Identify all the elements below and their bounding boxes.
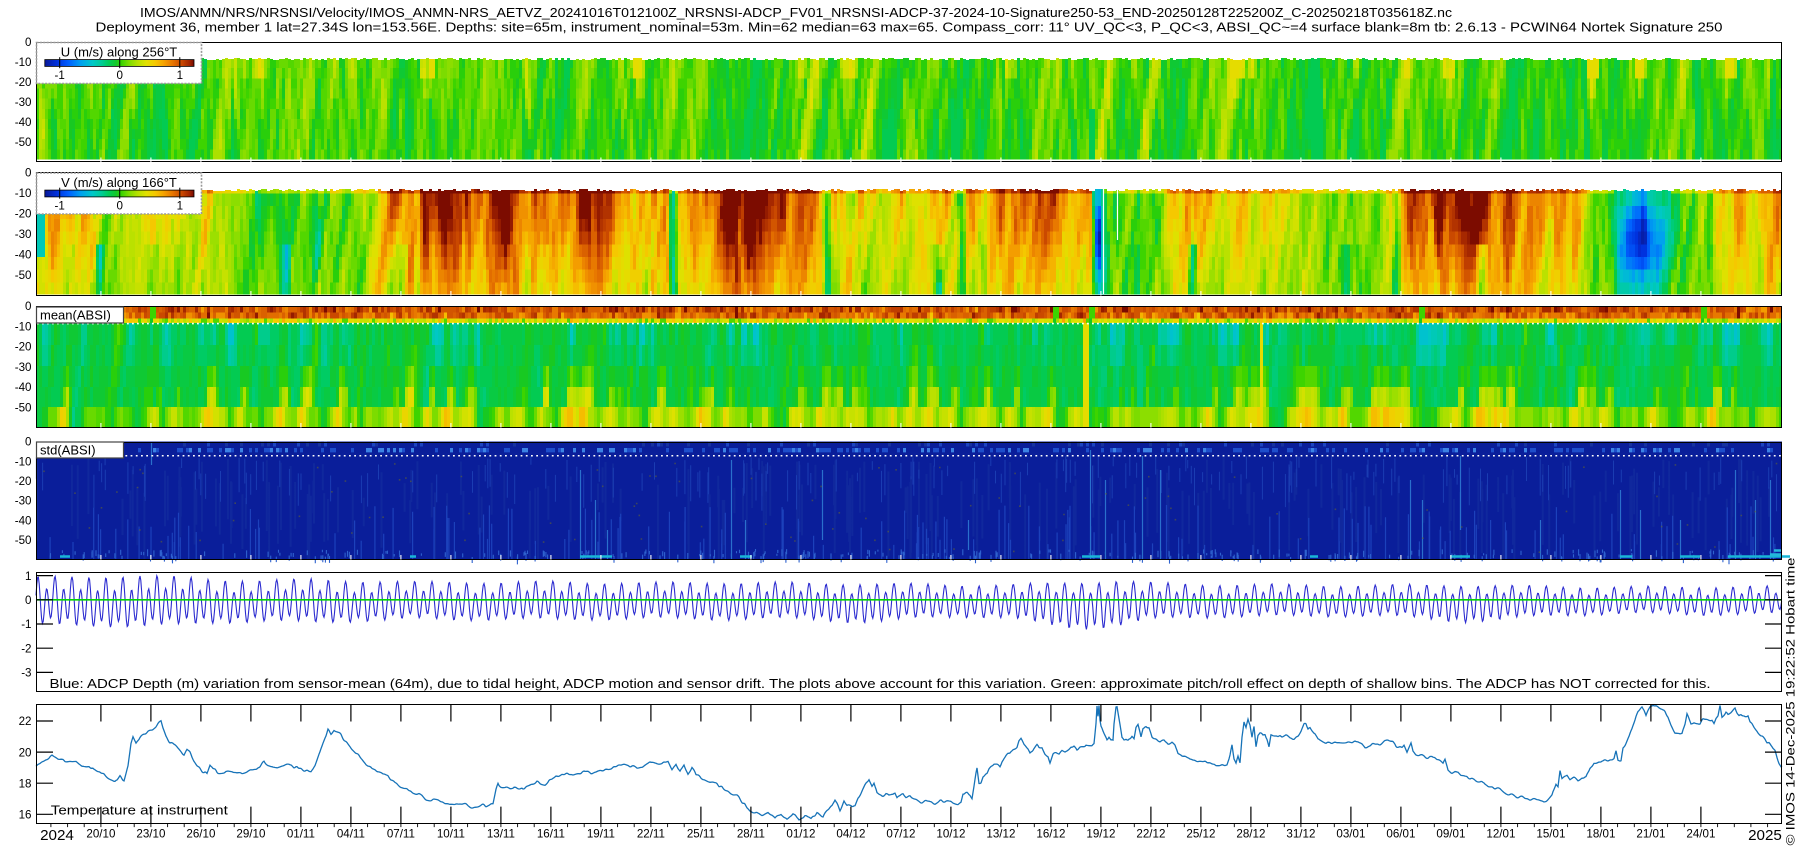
svg-text:18/01: 18/01 bbox=[1586, 828, 1615, 841]
svg-text:0: 0 bbox=[116, 69, 122, 82]
svg-text:20: 20 bbox=[19, 746, 32, 759]
svg-text:-40: -40 bbox=[15, 381, 32, 394]
svg-text:22/11: 22/11 bbox=[637, 828, 665, 841]
svg-text:-40: -40 bbox=[15, 249, 32, 262]
svg-text:2024: 2024 bbox=[40, 827, 74, 844]
svg-text:-20: -20 bbox=[15, 76, 32, 89]
svg-text:-50: -50 bbox=[15, 136, 32, 149]
svg-text:U (m/s) along 256°T: U (m/s) along 256°T bbox=[61, 45, 178, 60]
svg-text:-40: -40 bbox=[15, 514, 32, 527]
svg-text:13/12: 13/12 bbox=[986, 828, 1015, 841]
svg-text:-1: -1 bbox=[55, 200, 65, 213]
svg-text:03/01: 03/01 bbox=[1336, 828, 1365, 841]
svg-text:23/10: 23/10 bbox=[136, 828, 165, 841]
svg-text:-3: -3 bbox=[21, 667, 31, 680]
svg-text:-30: -30 bbox=[15, 96, 32, 109]
svg-text:0: 0 bbox=[25, 300, 31, 313]
svg-text:12/01: 12/01 bbox=[1486, 828, 1515, 841]
svg-text:-30: -30 bbox=[15, 228, 32, 241]
svg-text:28/11: 28/11 bbox=[737, 828, 765, 841]
svg-text:10/12: 10/12 bbox=[936, 828, 965, 841]
svg-text:1: 1 bbox=[177, 200, 183, 213]
svg-text:19/11: 19/11 bbox=[587, 828, 615, 841]
svg-text:01/12: 01/12 bbox=[786, 828, 815, 841]
svg-text:-30: -30 bbox=[15, 361, 32, 374]
svg-text:10/11: 10/11 bbox=[437, 828, 465, 841]
svg-text:19/12: 19/12 bbox=[1086, 828, 1115, 841]
svg-text:26/10: 26/10 bbox=[186, 828, 215, 841]
svg-text:Blue: ADCP Depth (m) variation: Blue: ADCP Depth (m) variation from sens… bbox=[50, 676, 1711, 691]
svg-text:09/01: 09/01 bbox=[1436, 828, 1465, 841]
svg-text:IMOS/ANMN/NRS/NRSNSI/Velocity/: IMOS/ANMN/NRS/NRSNSI/Velocity/IMOS_ANMN-… bbox=[140, 6, 1452, 20]
svg-text:04/12: 04/12 bbox=[836, 828, 865, 841]
svg-text:© IMOS 14-Dec-2025 19:22:52 Ho: © IMOS 14-Dec-2025 19:22:52 Hobart time bbox=[1786, 558, 1798, 846]
svg-text:01/11: 01/11 bbox=[287, 828, 315, 841]
svg-text:Temperature at instrument: Temperature at instrument bbox=[51, 803, 228, 818]
svg-text:Deployment 36, member 1 lat=27: Deployment 36, member 1 lat=27.34S lon=1… bbox=[96, 21, 1723, 35]
svg-text:-10: -10 bbox=[15, 455, 32, 468]
svg-text:07/11: 07/11 bbox=[387, 828, 415, 841]
svg-text:-10: -10 bbox=[15, 187, 32, 200]
svg-text:-20: -20 bbox=[15, 208, 32, 221]
svg-text:0: 0 bbox=[116, 200, 122, 213]
svg-text:mean(ABSI): mean(ABSI) bbox=[40, 308, 111, 323]
svg-text:06/01: 06/01 bbox=[1386, 828, 1415, 841]
svg-text:-2: -2 bbox=[21, 642, 31, 655]
svg-text:18: 18 bbox=[19, 777, 32, 790]
svg-text:29/10: 29/10 bbox=[236, 828, 265, 841]
svg-text:-20: -20 bbox=[15, 475, 32, 488]
svg-text:-50: -50 bbox=[15, 269, 32, 282]
svg-text:-20: -20 bbox=[15, 341, 32, 354]
svg-text:13/11: 13/11 bbox=[487, 828, 515, 841]
svg-text:-50: -50 bbox=[15, 401, 32, 414]
svg-text:22: 22 bbox=[19, 715, 32, 728]
svg-text:-40: -40 bbox=[15, 116, 32, 129]
svg-text:31/12: 31/12 bbox=[1286, 828, 1315, 841]
svg-text:0: 0 bbox=[25, 167, 31, 180]
svg-text:0: 0 bbox=[25, 36, 31, 49]
svg-text:07/12: 07/12 bbox=[886, 828, 915, 841]
svg-text:25/11: 25/11 bbox=[687, 828, 715, 841]
svg-text:15/01: 15/01 bbox=[1536, 828, 1565, 841]
svg-text:04/11: 04/11 bbox=[337, 828, 365, 841]
svg-text:25/12: 25/12 bbox=[1186, 828, 1215, 841]
svg-text:-1: -1 bbox=[21, 618, 31, 631]
svg-text:20/10: 20/10 bbox=[86, 828, 115, 841]
svg-text:1: 1 bbox=[25, 570, 31, 583]
svg-text:16/11: 16/11 bbox=[537, 828, 565, 841]
svg-text:1: 1 bbox=[177, 69, 183, 82]
svg-text:28/12: 28/12 bbox=[1236, 828, 1265, 841]
svg-text:V (m/s) along 166°T: V (m/s) along 166°T bbox=[61, 175, 177, 190]
svg-text:-30: -30 bbox=[15, 495, 32, 508]
svg-text:16/12: 16/12 bbox=[1036, 828, 1065, 841]
svg-text:-10: -10 bbox=[15, 320, 32, 333]
svg-text:std(ABSI): std(ABSI) bbox=[40, 443, 96, 458]
svg-text:-10: -10 bbox=[15, 56, 32, 69]
svg-text:2025: 2025 bbox=[1748, 827, 1782, 844]
svg-text:0: 0 bbox=[25, 436, 31, 449]
svg-text:24/01: 24/01 bbox=[1686, 828, 1715, 841]
svg-text:0: 0 bbox=[25, 594, 31, 607]
svg-text:-50: -50 bbox=[15, 534, 32, 547]
svg-text:16: 16 bbox=[19, 809, 32, 822]
svg-text:21/01: 21/01 bbox=[1636, 828, 1665, 841]
svg-text:-1: -1 bbox=[55, 69, 65, 82]
svg-text:22/12: 22/12 bbox=[1136, 828, 1165, 841]
